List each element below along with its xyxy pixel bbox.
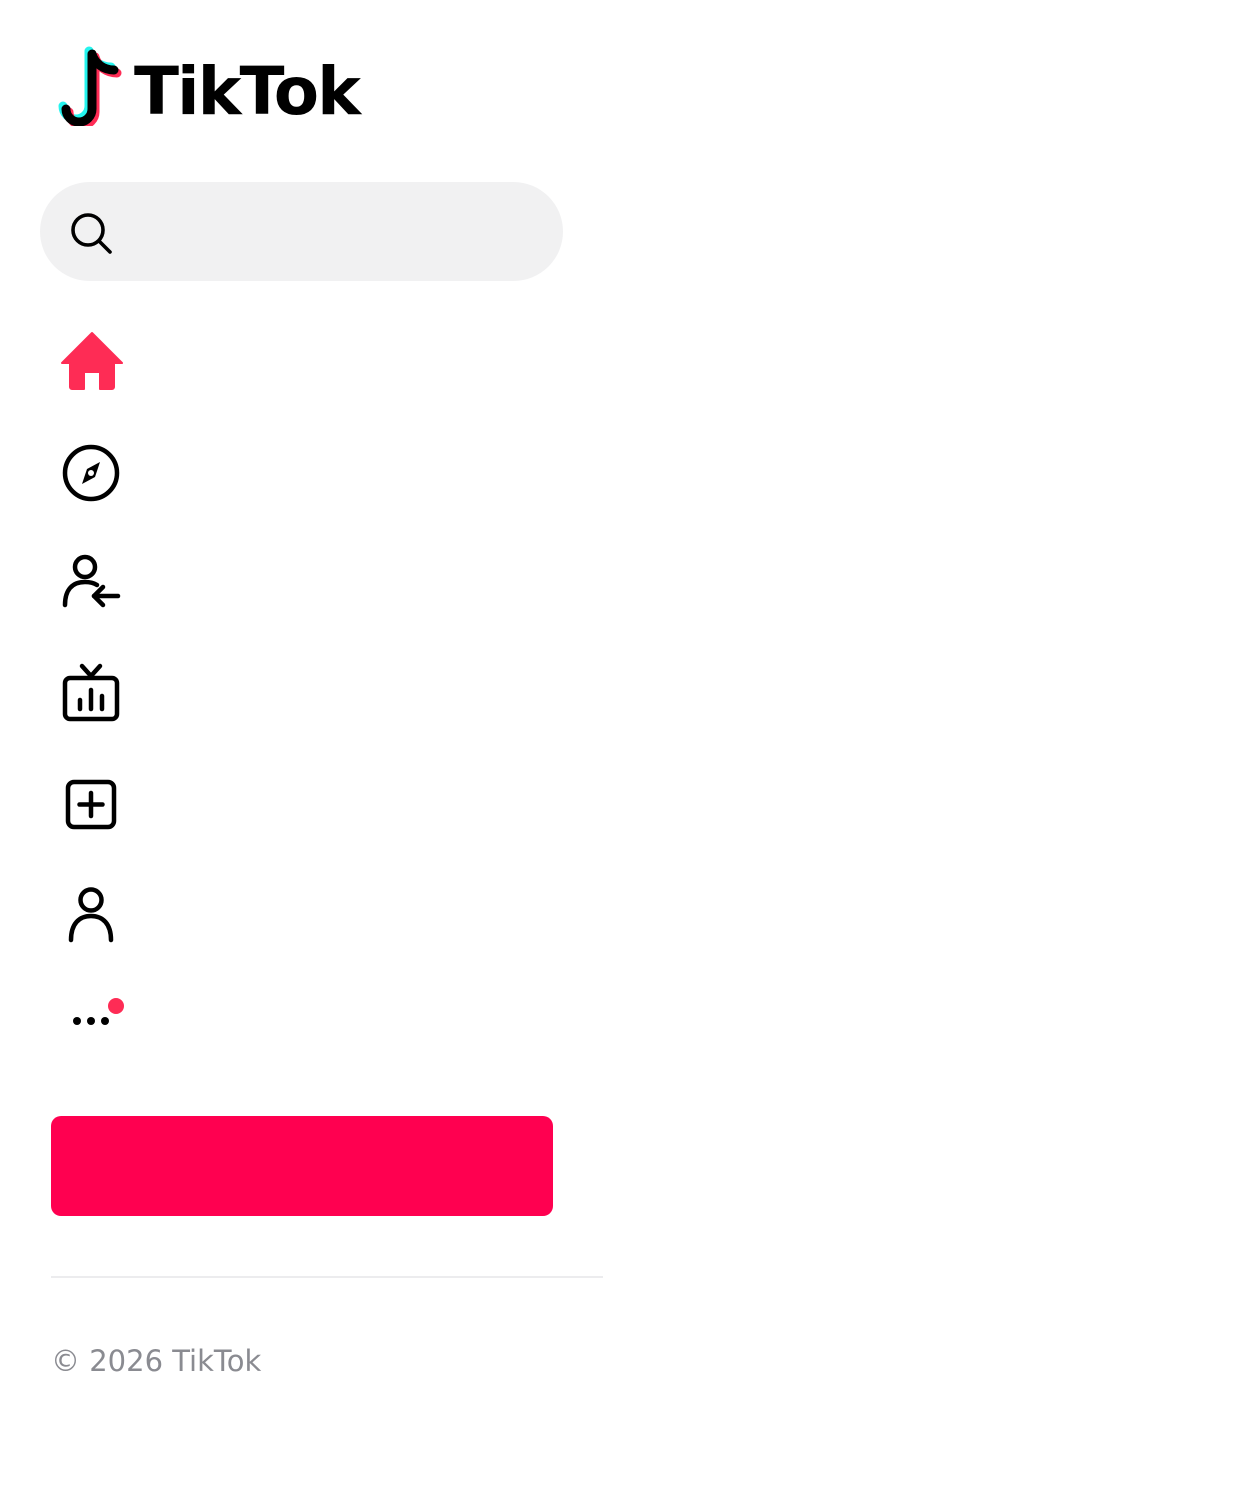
search-bar[interactable]: [40, 182, 563, 283]
tiktok-wordmark: TikTok: [134, 53, 361, 130]
user-icon: [68, 887, 114, 943]
login-button[interactable]: [51, 1116, 553, 1216]
nav-item-more[interactable]: [56, 984, 128, 1056]
search-icon[interactable]: [68, 210, 114, 256]
tv-live-icon: [62, 663, 120, 722]
copyright-text: © 2026 TikTok: [51, 1344, 262, 1378]
nav-item-home[interactable]: [56, 326, 128, 398]
tiktok-logo[interactable]: TikTok: [58, 46, 378, 130]
nav-item-profile[interactable]: [56, 880, 128, 952]
nav-item-upload[interactable]: [56, 769, 128, 841]
tiktok-note-icon: [58, 46, 122, 126]
nav-item-following[interactable]: [56, 547, 128, 619]
more-dots-icon: [73, 1017, 109, 1025]
notification-dot: [108, 998, 124, 1014]
nav-item-live[interactable]: [56, 658, 128, 730]
home-icon: [61, 332, 123, 390]
user-follow-icon: [62, 554, 121, 608]
plus-square-icon: [65, 779, 117, 830]
search-input[interactable]: [136, 182, 540, 283]
compass-icon: [62, 444, 120, 502]
nav-item-explore[interactable]: [56, 437, 128, 509]
divider: [51, 1276, 603, 1278]
